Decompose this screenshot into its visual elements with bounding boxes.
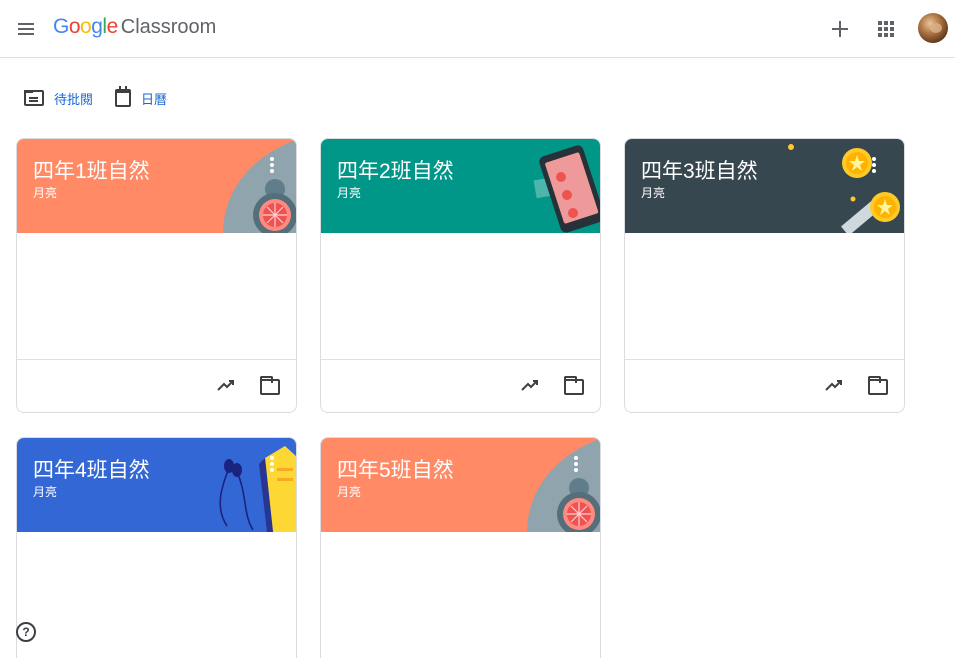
- class-card-banner[interactable]: 四年5班自然 月亮: [321, 438, 600, 532]
- class-title[interactable]: 四年1班自然: [33, 155, 150, 185]
- folder-icon[interactable]: [260, 376, 280, 395]
- class-card-banner[interactable]: 四年2班自然 月亮: [321, 139, 600, 233]
- class-card-body: [17, 532, 296, 658]
- space-illustration-icon: [788, 144, 900, 233]
- class-card: 四年3班自然 月亮: [624, 138, 905, 413]
- trending-up-icon[interactable]: [216, 376, 236, 396]
- more-vert-icon[interactable]: [572, 456, 580, 476]
- apps-grid-icon[interactable]: [875, 17, 899, 41]
- more-vert-icon[interactable]: [870, 157, 878, 177]
- folder-icon[interactable]: [564, 376, 584, 395]
- secondary-toolbar: 待批閱 日曆: [24, 86, 189, 110]
- class-title[interactable]: 四年4班自然: [33, 454, 150, 484]
- phone-illustration-icon: [533, 145, 600, 233]
- class-card: 四年4班自然 月亮: [16, 437, 297, 658]
- headphones-book-illustration-icon: [219, 446, 296, 532]
- plus-icon[interactable]: [826, 15, 854, 43]
- class-teacher: 月亮: [33, 485, 58, 499]
- science-illustration-icon: [527, 438, 600, 532]
- avatar[interactable]: [918, 13, 948, 43]
- class-teacher: 月亮: [337, 485, 362, 499]
- calendar-link[interactable]: 日曆: [115, 86, 168, 108]
- todo-link[interactable]: 待批閱: [24, 89, 93, 108]
- class-card: 四年1班自然 月亮: [16, 138, 297, 413]
- class-card-body: [17, 233, 296, 360]
- google-wordmark: Google: [53, 15, 118, 38]
- trending-up-icon[interactable]: [520, 376, 540, 396]
- help-icon[interactable]: ?: [16, 622, 36, 642]
- folder-icon[interactable]: [868, 376, 888, 395]
- todo-list-icon: [24, 90, 44, 106]
- class-card-body: [625, 233, 904, 360]
- class-card-body: [321, 532, 600, 658]
- google-classroom-logo[interactable]: Google Classroom: [53, 15, 216, 43]
- trending-up-icon[interactable]: [824, 376, 844, 396]
- class-card-banner[interactable]: 四年4班自然 月亮: [17, 438, 296, 532]
- class-teacher: 月亮: [337, 186, 362, 200]
- class-card-footer: [321, 360, 600, 412]
- class-card-banner[interactable]: 四年1班自然 月亮: [17, 139, 296, 233]
- class-title[interactable]: 四年5班自然: [337, 454, 454, 484]
- hamburger-menu-icon[interactable]: [14, 17, 38, 41]
- class-card-footer: [625, 360, 904, 412]
- class-card: 四年5班自然 月亮: [320, 437, 601, 658]
- product-name: Classroom: [120, 16, 217, 38]
- class-card-body: [321, 233, 600, 360]
- science-illustration-icon: [223, 139, 296, 233]
- more-vert-icon[interactable]: [268, 456, 276, 476]
- todo-label: 待批閱: [54, 91, 94, 107]
- class-card-footer: [17, 360, 296, 412]
- more-vert-icon[interactable]: [268, 157, 276, 177]
- class-teacher: 月亮: [33, 186, 58, 200]
- class-title[interactable]: 四年2班自然: [337, 155, 454, 185]
- top-app-bar: Google Classroom: [0, 0, 955, 58]
- calendar-icon: [115, 86, 132, 107]
- class-title[interactable]: 四年3班自然: [641, 155, 758, 185]
- class-card: 四年2班自然 月亮: [320, 138, 601, 413]
- calendar-label: 日曆: [141, 91, 168, 107]
- class-teacher: 月亮: [641, 186, 666, 200]
- class-card-banner[interactable]: 四年3班自然 月亮: [625, 139, 904, 233]
